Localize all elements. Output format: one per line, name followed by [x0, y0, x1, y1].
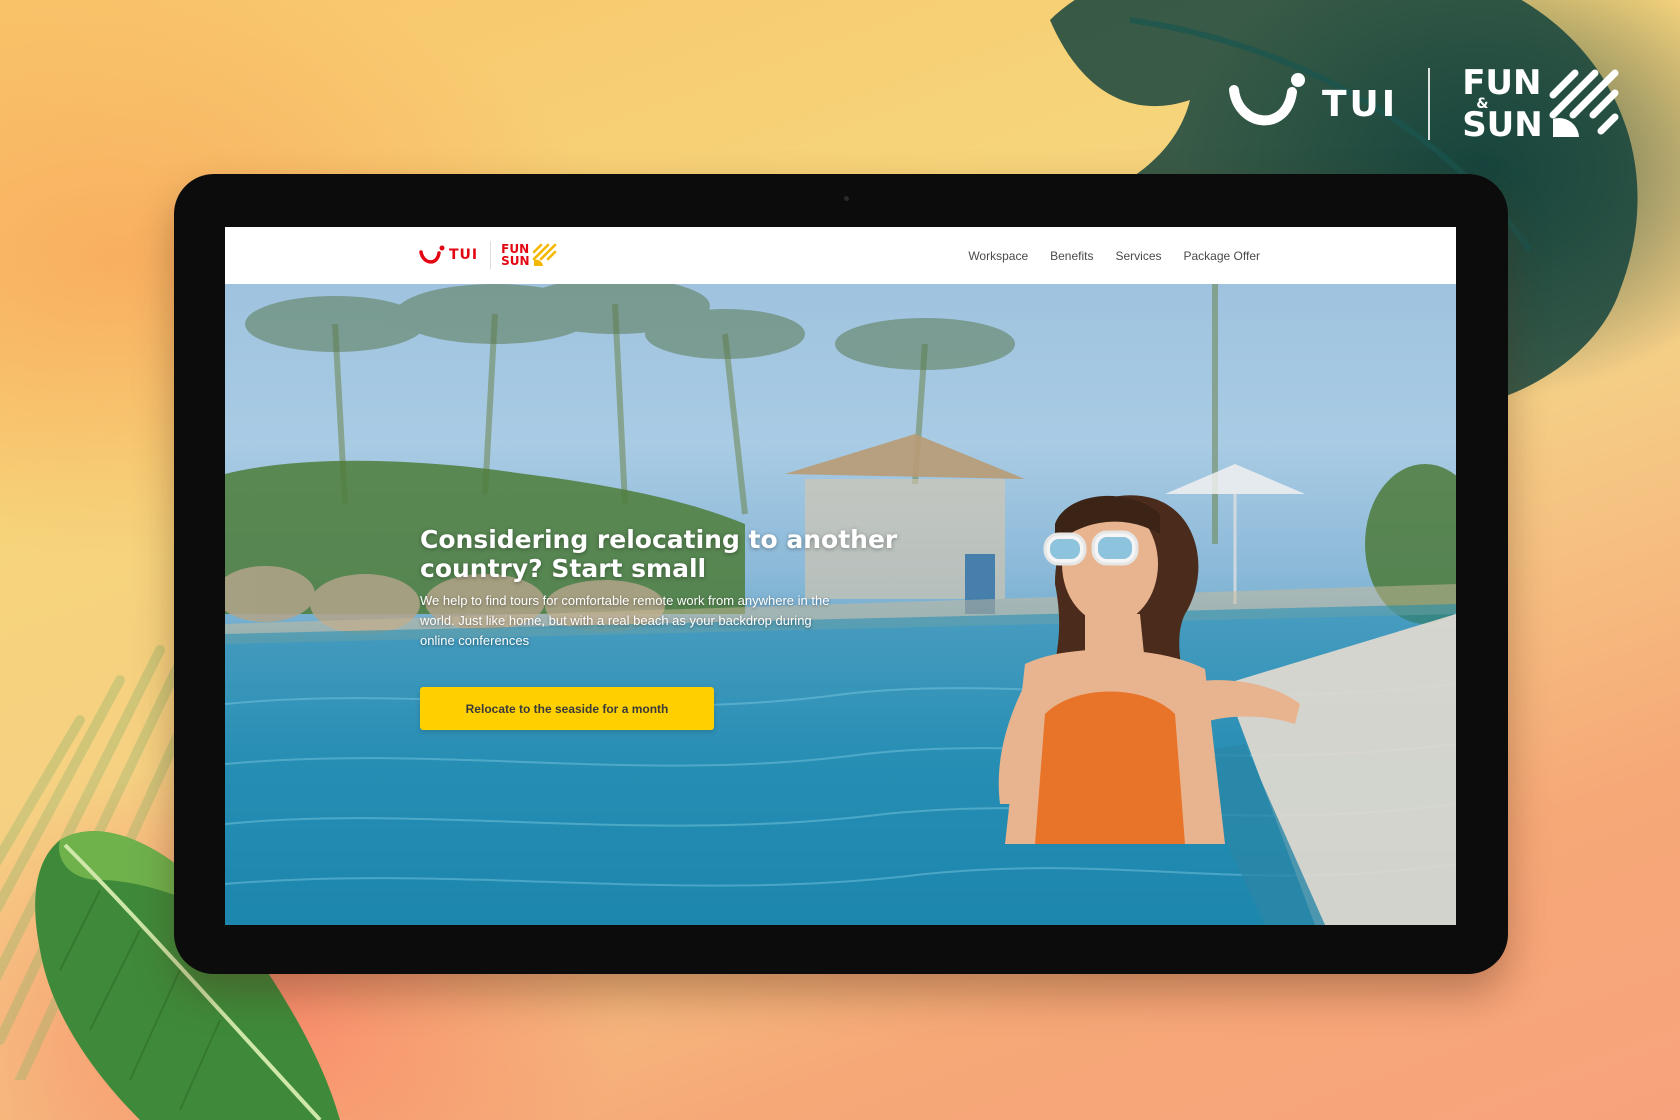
- site-navbar: TUI FUN SUN Workspace Benefits Services …: [225, 227, 1456, 285]
- nav-package-offer[interactable]: Package Offer: [1184, 249, 1261, 263]
- site-logo-funsun: FUN SUN: [501, 242, 530, 268]
- site-logo-divider: [490, 241, 492, 269]
- hero-section: Considering relocating to another countr…: [225, 284, 1456, 925]
- sun-rays-icon: [1549, 69, 1619, 137]
- hero-photo-pool: [225, 284, 1456, 925]
- brand-logo: TUI FUN & SUN: [1228, 64, 1619, 144]
- funsun-logo: FUN & SUN: [1462, 63, 1619, 145]
- hero-subtitle: We help to find tours for comfortable re…: [420, 593, 830, 648]
- relocate-cta-button[interactable]: Relocate to the seaside for a month: [420, 687, 714, 730]
- nav-workspace[interactable]: Workspace: [968, 249, 1028, 263]
- tui-wordmark: TUI: [1322, 83, 1399, 125]
- nav-services[interactable]: Services: [1115, 249, 1161, 263]
- funsun-wordmark: FUN & SUN: [1462, 63, 1543, 145]
- nav-benefits[interactable]: Benefits: [1050, 249, 1093, 263]
- hero-title: Considering relocating to another countr…: [420, 524, 898, 583]
- site-menu: Workspace Benefits Services Package Offe…: [946, 227, 1260, 284]
- site-logo-tui: TUI: [449, 247, 479, 263]
- tui-logo: TUI: [1228, 68, 1398, 140]
- site-logo[interactable]: TUI FUN SUN: [419, 239, 557, 271]
- tui-smile-icon: [1229, 73, 1305, 126]
- tui-smile-icon: [419, 245, 445, 264]
- brand-divider: [1428, 68, 1431, 140]
- camera-dot: [844, 196, 849, 201]
- website-screen: TUI FUN SUN Workspace Benefits Services …: [225, 227, 1456, 925]
- sun-rays-icon: [532, 243, 556, 266]
